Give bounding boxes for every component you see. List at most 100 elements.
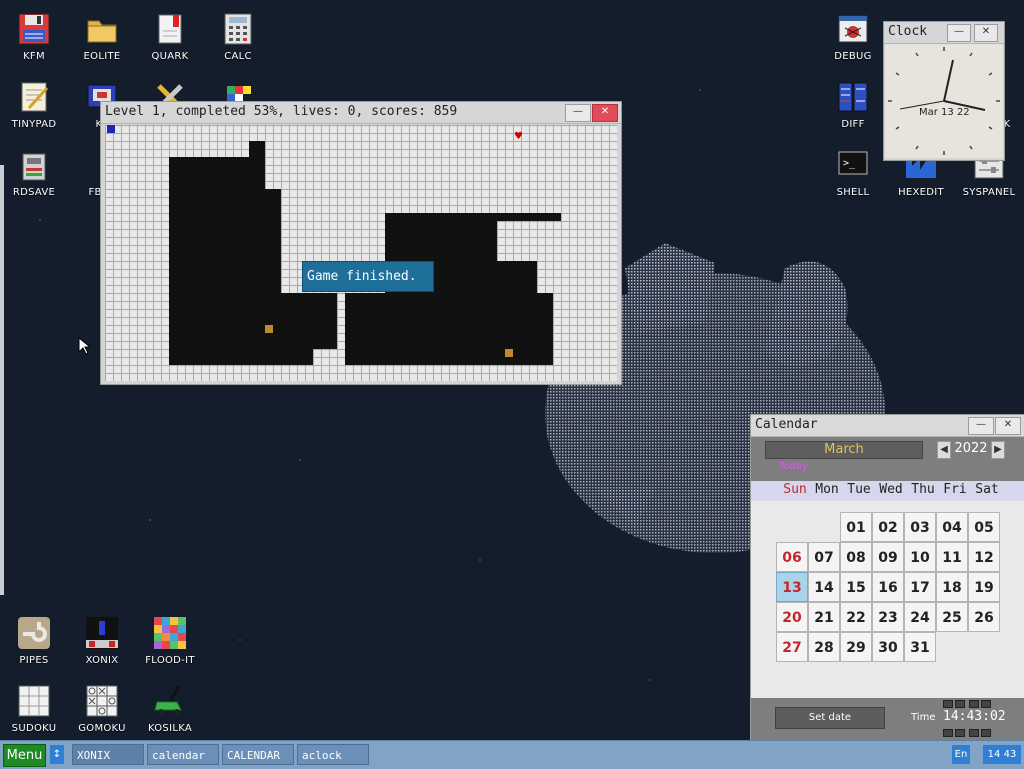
- minimize-button[interactable]: —: [565, 104, 591, 122]
- day-cell[interactable]: 02: [872, 512, 904, 542]
- sudoku-icon: [17, 684, 51, 718]
- day-cell[interactable]: 12: [968, 542, 1000, 572]
- day-cell[interactable]: 16: [872, 572, 904, 602]
- day-cell[interactable]: 15: [840, 572, 872, 602]
- icon-label: GOMOKU: [78, 723, 126, 734]
- day-cell[interactable]: 14: [808, 572, 840, 602]
- today-link[interactable]: Today: [779, 461, 808, 472]
- task-calendar-upper[interactable]: CALENDAR: [222, 744, 294, 765]
- window-title: Level 1, completed 53%, lives: 0, scores…: [105, 104, 458, 119]
- day-cell[interactable]: 28: [808, 632, 840, 662]
- minute-up-spin[interactable]: [969, 700, 979, 708]
- task-calendar[interactable]: calendar: [147, 744, 219, 765]
- next-year-arrow-icon[interactable]: ▶: [991, 441, 1005, 459]
- xonix-titlebar[interactable]: Level 1, completed 53%, lives: 0, scores…: [101, 102, 621, 124]
- calendar-titlebar[interactable]: Calendar — ✕: [751, 415, 1024, 437]
- player-marker: [107, 125, 115, 133]
- day-cell[interactable]: 06: [776, 542, 808, 572]
- task-xonix[interactable]: XONIX: [72, 744, 144, 765]
- minute-hand: [943, 59, 954, 102]
- desktop-icon-tinypad[interactable]: TINYPAD: [0, 72, 68, 136]
- day-cell[interactable]: 01: [840, 512, 872, 542]
- day-cell[interactable]: 07: [808, 542, 840, 572]
- game-field[interactable]: ♥ Game finished.: [105, 125, 617, 381]
- taskbar: Menu ↕ XONIX calendar CALENDAR aclock En…: [0, 740, 1024, 769]
- heart-enemy-icon: ♥: [514, 131, 523, 142]
- year-value: 2022: [954, 441, 988, 456]
- day-cell[interactable]: 20: [776, 602, 808, 632]
- calendar-window[interactable]: Calendar — ✕ March ◀ 2022 ▶ Today Sun Mo…: [750, 414, 1024, 740]
- desktop-icon-pipes[interactable]: PIPES: [0, 608, 68, 672]
- desktop-icon-shell[interactable]: >_ SHELL: [819, 140, 887, 204]
- desktop-icon-kosilka[interactable]: KOSILKA: [136, 676, 204, 740]
- hour-down-spin[interactable]: [943, 729, 953, 737]
- day-cell[interactable]: 24: [904, 602, 936, 632]
- second-down-spin[interactable]: [981, 729, 991, 737]
- day-cell[interactable]: 05: [968, 512, 1000, 542]
- captured-area: [385, 221, 497, 261]
- second-up-spin[interactable]: [981, 700, 991, 708]
- icon-label: RDSAVE: [12, 187, 56, 198]
- day-cell[interactable]: 04: [936, 512, 968, 542]
- language-indicator[interactable]: En: [952, 745, 970, 764]
- day-cell[interactable]: 22: [840, 602, 872, 632]
- desktop-icon-calc[interactable]: CALC: [204, 4, 272, 68]
- calculator-icon: [221, 12, 255, 46]
- day-cell[interactable]: 30: [872, 632, 904, 662]
- day-cell[interactable]: 21: [808, 602, 840, 632]
- day-cell[interactable]: 09: [872, 542, 904, 572]
- mouse-pointer-icon: [78, 337, 90, 355]
- day-cell[interactable]: 25: [936, 602, 968, 632]
- calendar-footer: Set date Time 14:43:02: [751, 698, 1024, 740]
- calendar-header: March ◀ 2022 ▶ Today: [751, 437, 1024, 481]
- desktop-icon-flood-it[interactable]: FLOOD-IT: [136, 608, 204, 672]
- time-value: 14:43:02: [943, 709, 1006, 724]
- task-aclock[interactable]: aclock: [297, 744, 369, 765]
- desktop-icon-xonix[interactable]: XONIX: [68, 608, 136, 672]
- menu-button[interactable]: Menu: [3, 744, 46, 767]
- day-cell-selected[interactable]: 13: [776, 572, 808, 602]
- day-cell[interactable]: 27: [776, 632, 808, 662]
- desktop-icon-debug[interactable]: DEBUG: [819, 4, 887, 68]
- weekday-label: Mon: [815, 482, 839, 497]
- disk-save-icon: [17, 148, 51, 182]
- desktop-icon-quark[interactable]: QUARK: [136, 4, 204, 68]
- desktop-icon-gomoku[interactable]: GOMOKU: [68, 676, 136, 740]
- day-cell[interactable]: 31: [904, 632, 936, 662]
- day-cell[interactable]: 08: [840, 542, 872, 572]
- minimize-button[interactable]: —: [968, 417, 994, 435]
- icon-label: DIFF: [841, 119, 865, 130]
- desktop-icon-eolite[interactable]: EOLITE: [68, 4, 136, 68]
- close-button[interactable]: ✕: [974, 24, 998, 42]
- desktop-icon-kfm[interactable]: KFM: [0, 4, 68, 68]
- tray-clock[interactable]: 14 43: [983, 745, 1021, 764]
- day-cell[interactable]: 26: [968, 602, 1000, 632]
- day-cell[interactable]: 19: [968, 572, 1000, 602]
- side-panel-edge[interactable]: [0, 165, 4, 595]
- day-cell[interactable]: 17: [904, 572, 936, 602]
- minimize-button[interactable]: —: [947, 24, 971, 42]
- desktop-icon-diff[interactable]: DIFF: [819, 72, 887, 136]
- prev-year-arrow-icon[interactable]: ◀: [937, 441, 951, 459]
- hour-up-spin[interactable]: [955, 700, 965, 708]
- minute-down-spin[interactable]: [969, 729, 979, 737]
- icon-label: SYSPANEL: [962, 187, 1016, 198]
- clock-titlebar[interactable]: Clock — ✕: [884, 22, 1004, 44]
- day-cell[interactable]: 10: [904, 542, 936, 572]
- close-button[interactable]: ✕: [592, 104, 618, 122]
- window-switch-icon[interactable]: ↕: [50, 745, 64, 764]
- hour-down-spin[interactable]: [955, 729, 965, 737]
- xonix-window[interactable]: Level 1, completed 53%, lives: 0, scores…: [100, 101, 622, 385]
- day-cell[interactable]: 29: [840, 632, 872, 662]
- hour-up-spin[interactable]: [943, 700, 953, 708]
- month-selector[interactable]: March: [765, 441, 923, 459]
- clock-window[interactable]: Clock — ✕ Mar 13 22: [883, 21, 1005, 161]
- desktop-icon-sudoku[interactable]: SUDOKU: [0, 676, 68, 740]
- day-cell[interactable]: 18: [936, 572, 968, 602]
- day-cell[interactable]: 11: [936, 542, 968, 572]
- desktop-icon-rdsave[interactable]: RDSAVE: [0, 140, 68, 204]
- close-button[interactable]: ✕: [995, 417, 1021, 435]
- set-date-button[interactable]: Set date: [775, 707, 885, 729]
- day-cell[interactable]: 23: [872, 602, 904, 632]
- day-cell[interactable]: 03: [904, 512, 936, 542]
